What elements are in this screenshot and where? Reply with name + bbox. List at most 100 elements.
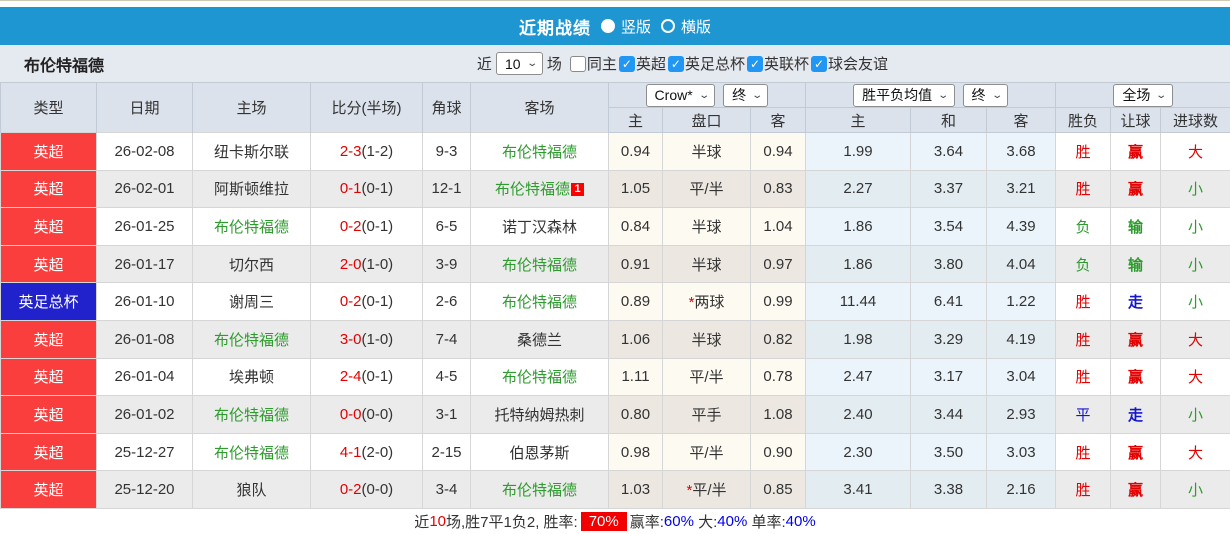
home-team-link[interactable]: 谢周三: [193, 283, 311, 321]
away-team-link[interactable]: 布伦特福德: [471, 133, 609, 171]
layout-radio-horizontal[interactable]: 横版: [661, 16, 711, 37]
handicap-text: 半球: [691, 144, 721, 161]
away-team-link[interactable]: 布伦特福德: [471, 471, 609, 509]
checked-checkbox-icon[interactable]: ✓: [668, 56, 684, 72]
away-team-link[interactable]: 布伦特福德: [471, 283, 609, 321]
score-cell: 2-0(1-0): [311, 245, 423, 283]
league-type-cell[interactable]: 英超: [1, 396, 97, 434]
chevron-down-icon: ⌄: [698, 90, 710, 101]
away-team-link[interactable]: 布伦特福德1: [471, 170, 609, 208]
title-bar: 近期战绩 竖版横版: [0, 7, 1230, 45]
avg-draw-cell: 3.29: [911, 320, 987, 358]
layout-radio-vertical[interactable]: 竖版: [601, 16, 651, 37]
corners-cell: 7-4: [423, 320, 471, 358]
away-team-link[interactable]: 布伦特福德: [471, 245, 609, 283]
avg-home-cell: 1.86: [806, 208, 911, 246]
avg-away-cell: 2.93: [987, 396, 1056, 434]
result-wdl-cell: 胜: [1056, 283, 1111, 321]
halftime-score: (1-2): [362, 143, 394, 160]
odds-group-header: Crow* ⌄ 终 ⌄: [609, 83, 806, 108]
home-team-link[interactable]: 布伦特福德: [193, 320, 311, 358]
checkbox-label: 英足总杯: [685, 53, 745, 74]
home-team-link[interactable]: 纽卡斯尔联: [193, 133, 311, 171]
checked-checkbox-icon[interactable]: ✓: [811, 56, 827, 72]
league-type-cell[interactable]: 英超: [1, 245, 97, 283]
score-cell: 0-2(0-1): [311, 208, 423, 246]
avg-draw-cell: 3.50: [911, 433, 987, 471]
checkbox-item-同主[interactable]: 同主: [570, 53, 617, 74]
score-cell: 0-2(0-1): [311, 283, 423, 321]
home-team-link[interactable]: 埃弗顿: [193, 358, 311, 396]
league-type-cell[interactable]: 英超: [1, 208, 97, 246]
league-type-cell[interactable]: 英超: [1, 170, 97, 208]
sub-header-avg-home: 主: [806, 108, 911, 133]
sub-header-result-wdl: 胜负: [1056, 108, 1111, 133]
avg-type-select[interactable]: 胜平负均值 ⌄: [853, 84, 954, 107]
league-type-cell[interactable]: 英超: [1, 358, 97, 396]
result-wdl-cell: 胜: [1056, 471, 1111, 509]
checkbox-item-英足总杯[interactable]: ✓英足总杯: [668, 53, 745, 74]
away-team-link[interactable]: 布伦特福德: [471, 358, 609, 396]
away-team-link[interactable]: 托特纳姆热刺: [471, 396, 609, 434]
avg-home-cell: 11.44: [806, 283, 911, 321]
halftime-score: (1-0): [362, 331, 394, 348]
layout-radio-group: 竖版横版: [601, 16, 711, 37]
radio-icon[interactable]: [601, 19, 615, 33]
odds-home-cell: 0.98: [609, 433, 663, 471]
odds-home-cell: 1.06: [609, 320, 663, 358]
checked-checkbox-icon[interactable]: ✓: [619, 56, 635, 72]
avg-home-cell: 2.40: [806, 396, 911, 434]
handicap-cell: *平/半: [663, 471, 751, 509]
avg-away-cell: 3.04: [987, 358, 1056, 396]
checkbox-item-球会友谊[interactable]: ✓球会友谊: [811, 53, 888, 74]
league-type-cell[interactable]: 英足总杯: [1, 283, 97, 321]
league-type-cell[interactable]: 英超: [1, 133, 97, 171]
odds-company-select[interactable]: Crow* ⌄: [646, 84, 716, 107]
away-team-link[interactable]: 诺丁汉森林: [471, 208, 609, 246]
fulltime-score: 2-0: [340, 256, 362, 273]
unchecked-checkbox-icon[interactable]: [570, 56, 586, 72]
avg-home-cell: 1.99: [806, 133, 911, 171]
fulltime-select[interactable]: 全场 ⌄: [1113, 84, 1172, 107]
home-team-link[interactable]: 布伦特福德: [193, 208, 311, 246]
result-goals-cell: 小: [1161, 471, 1230, 509]
handicap-cell: 平/半: [663, 170, 751, 208]
avg-draw-cell: 3.38: [911, 471, 987, 509]
avg-draw-cell: 3.37: [911, 170, 987, 208]
home-team-link[interactable]: 切尔西: [193, 245, 311, 283]
home-team-link[interactable]: 狼队: [193, 471, 311, 509]
checkbox-item-英超[interactable]: ✓英超: [619, 53, 666, 74]
league-type-cell[interactable]: 英超: [1, 471, 97, 509]
avg-away-cell: 4.19: [987, 320, 1056, 358]
result-handicap-cell: 赢: [1111, 320, 1161, 358]
avg-final-select[interactable]: 终 ⌄: [963, 84, 1008, 107]
odds-final-value: 终: [732, 85, 746, 105]
away-team-link[interactable]: 桑德兰: [471, 320, 609, 358]
chevron-down-icon: ⌄: [751, 90, 763, 101]
league-type-cell[interactable]: 英超: [1, 433, 97, 471]
home-team-link[interactable]: 阿斯顿维拉: [193, 170, 311, 208]
result-wdl-cell: 胜: [1056, 433, 1111, 471]
away-team-link[interactable]: 伯恩茅斯: [471, 433, 609, 471]
fulltime-score: 0-2: [340, 481, 362, 498]
recent-count-select[interactable]: 10 ⌄: [496, 52, 543, 75]
score-cell: 0-0(0-0): [311, 396, 423, 434]
home-team-link[interactable]: 布伦特福德: [193, 396, 311, 434]
odds-final-select[interactable]: 终 ⌄: [723, 84, 768, 107]
result-wdl-cell: 平: [1056, 396, 1111, 434]
league-type-cell[interactable]: 英超: [1, 320, 97, 358]
radio-icon[interactable]: [661, 19, 675, 33]
odds-away-cell: 0.97: [751, 245, 806, 283]
corners-cell: 2-6: [423, 283, 471, 321]
home-team-link[interactable]: 布伦特福德: [193, 433, 311, 471]
halftime-score: (0-0): [362, 406, 394, 423]
checked-checkbox-icon[interactable]: ✓: [747, 56, 763, 72]
fulltime-score: 0-0: [340, 406, 362, 423]
fulltime-score: 0-1: [340, 180, 362, 197]
score-cell: 0-1(0-1): [311, 170, 423, 208]
checkbox-item-英联杯[interactable]: ✓英联杯: [747, 53, 809, 74]
result-wdl-cell: 胜: [1056, 320, 1111, 358]
summary-segment: 大:: [694, 511, 717, 532]
result-wdl-cell: 胜: [1056, 133, 1111, 171]
result-goals-cell: 小: [1161, 283, 1230, 321]
